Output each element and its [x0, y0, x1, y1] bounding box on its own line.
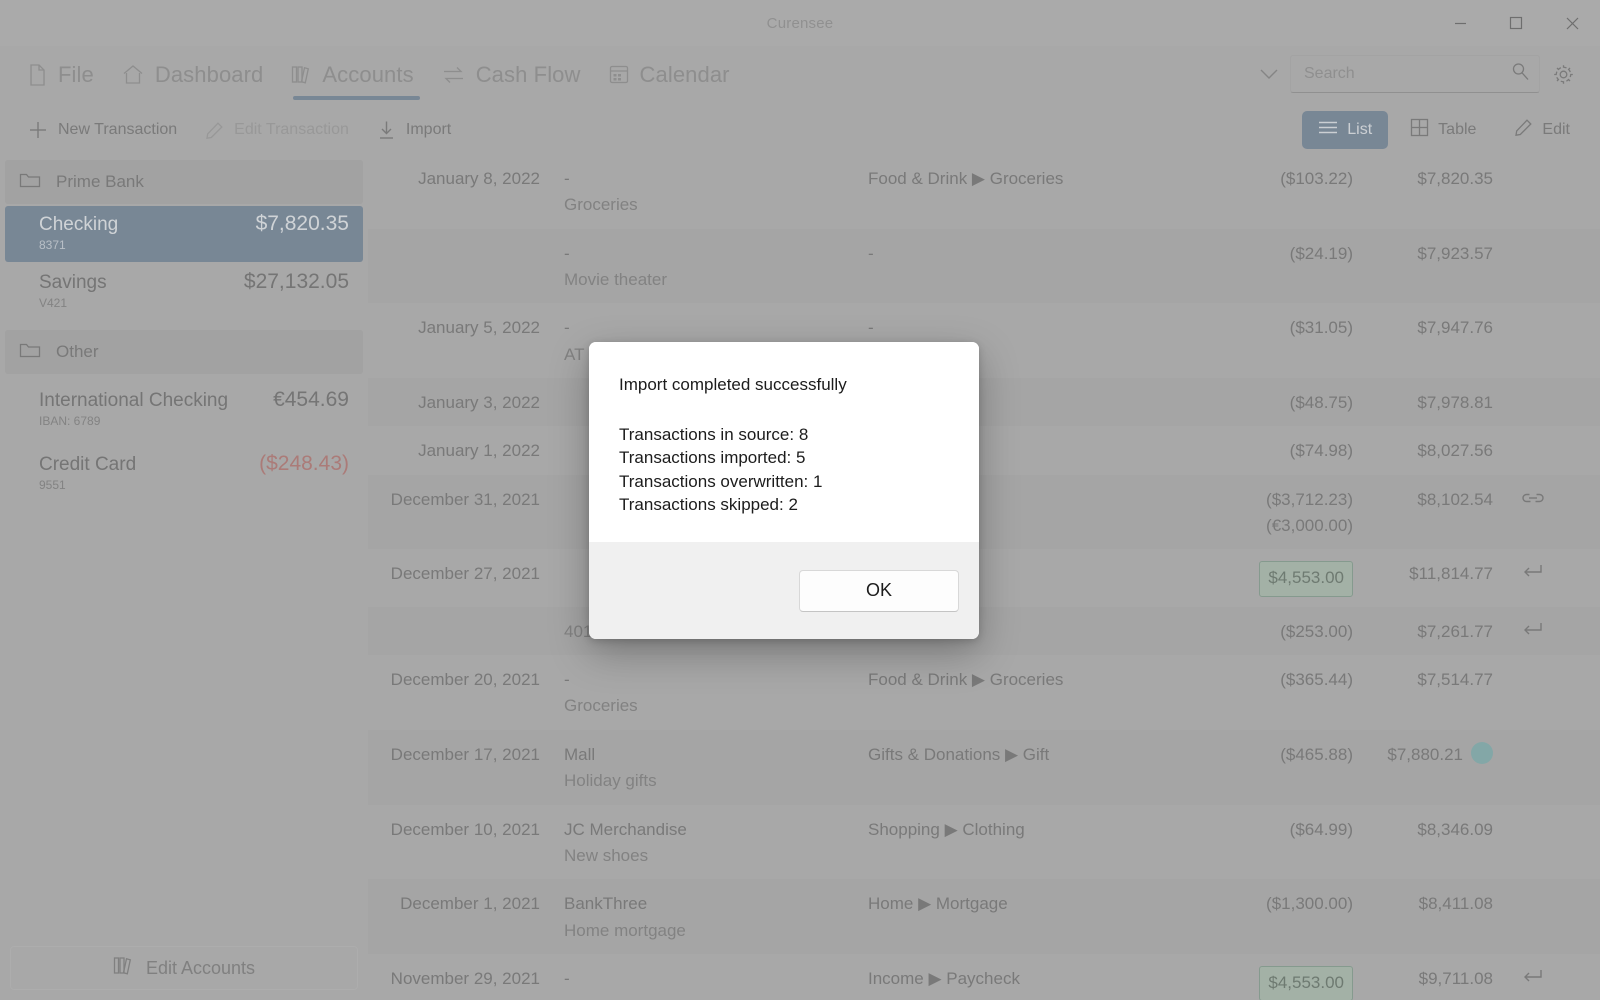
dialog-line-source: Transactions in source: 8: [619, 425, 809, 444]
dialog-footer: OK: [589, 542, 979, 639]
application-window: Curensee File Dashboard Accounts Cash Fl…: [0, 0, 1600, 1000]
dialog-line-imported: Transactions imported: 5: [619, 448, 806, 468]
dialog-title: Import completed successfully: [619, 375, 847, 394]
dialog-line-skipped: Transactions skipped: 2: [619, 494, 798, 514]
import-result-dialog: Import completed successfully Transactio…: [589, 342, 979, 639]
dialog-body: Import completed successfully Transactio…: [589, 342, 979, 542]
dialog-line-overwritten: Transactions overwritten: 1: [619, 471, 823, 491]
ok-button[interactable]: OK: [799, 569, 959, 612]
